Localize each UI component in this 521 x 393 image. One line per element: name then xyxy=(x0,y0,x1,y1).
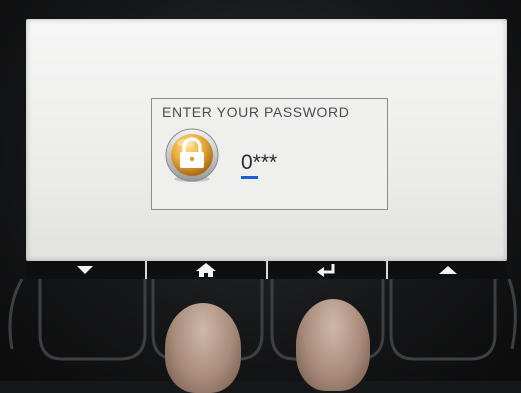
softkey-home-button[interactable] xyxy=(144,261,266,279)
enter-icon xyxy=(316,264,335,277)
input-cursor xyxy=(241,176,258,179)
home-icon xyxy=(196,263,217,277)
softkey-bar xyxy=(26,261,507,279)
password-field[interactable]: 0*** xyxy=(241,151,277,175)
password-dialog: ENTER YOUR PASSWORD 0*** xyxy=(151,98,388,210)
softkey-up-button[interactable] xyxy=(386,261,507,279)
arrow-up-icon xyxy=(438,266,457,274)
left-finger xyxy=(165,303,241,393)
keypad-outline xyxy=(8,278,517,361)
softkey-enter-button[interactable] xyxy=(265,261,387,279)
dialog-title: ENTER YOUR PASSWORD xyxy=(162,104,350,120)
physical-keypad xyxy=(0,278,521,393)
arrow-down-icon xyxy=(77,266,94,274)
display-screen: ENTER YOUR PASSWORD 0*** xyxy=(26,19,507,261)
right-finger xyxy=(296,299,370,391)
lock-icon xyxy=(162,127,222,185)
softkey-down-button[interactable] xyxy=(26,261,145,279)
